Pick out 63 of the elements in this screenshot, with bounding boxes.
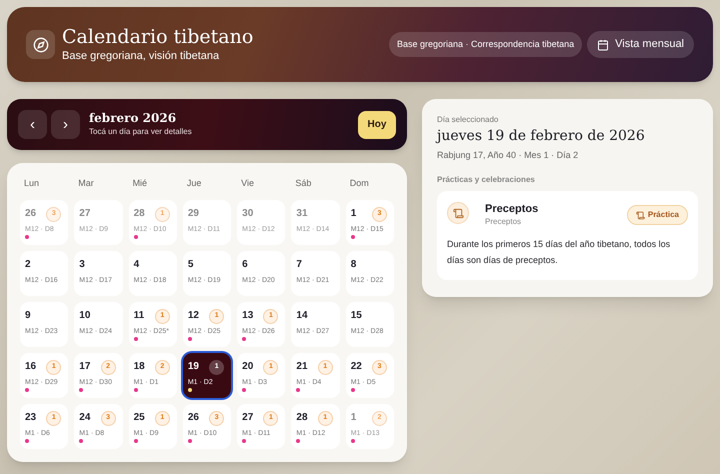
app-subtitle: Base gregoriana, visión tibetana [62, 49, 220, 64]
day-number: 18 [134, 360, 145, 372]
day-number: 3 [79, 258, 85, 270]
day-number: 29 [188, 208, 199, 220]
previous-month-button[interactable]: ‹ [18, 110, 47, 139]
day-number: 19 [188, 360, 199, 372]
weekday-label: Mié [132, 177, 148, 190]
weekday-label: Dom [348, 177, 369, 190]
day-number: 1 [350, 208, 356, 220]
weekday-label: Sáb [294, 177, 312, 190]
day-number: 14 [296, 310, 308, 322]
day-number: 2 [25, 258, 31, 270]
day-number: 5 [188, 258, 194, 270]
event-description: Durante los primeros 15 días del año tibetano, todos los días son días de preceptos. [447, 238, 672, 267]
day-number: 21 [296, 360, 308, 372]
day-number: 6 [242, 258, 248, 270]
weekday-label: Jue [186, 177, 202, 190]
day-number: 16 [25, 360, 36, 372]
day-number: 11 [134, 310, 144, 322]
day-number: 15 [350, 310, 362, 322]
scroll-icon [452, 208, 464, 218]
day-number: 20 [242, 360, 254, 372]
day-number: 27 [242, 412, 254, 424]
day-number: 23 [25, 412, 36, 424]
calendar-icon [597, 38, 610, 50]
day-number: 12 [188, 310, 199, 322]
day-number: 4 [134, 258, 140, 270]
day-number: 30 [242, 208, 254, 220]
day-number: 22 [350, 360, 362, 372]
day-number: 24 [79, 412, 90, 424]
day-number: 27 [79, 208, 90, 220]
day-number: 28 [296, 412, 308, 424]
day-number: 10 [79, 310, 90, 322]
weekday-label: Vie [240, 177, 254, 190]
day-number: 9 [25, 310, 31, 322]
tibetan-date: Rabjung 17, Año 40 · Mes 1 · Día 2 [437, 149, 580, 161]
day-number: 8 [350, 258, 356, 270]
compass-icon [32, 36, 48, 52]
day-number: 17 [79, 360, 90, 372]
scroll-icon [636, 210, 645, 220]
day-number: 25 [134, 412, 145, 424]
day-number: 31 [296, 208, 308, 220]
section-label: Prácticas y celebraciones [437, 174, 536, 185]
weekday-label: Mar [77, 177, 94, 190]
day-number: 26 [25, 208, 36, 220]
basis-chip: Base gregoriana · Correspondencia tibetana [388, 32, 582, 58]
day-number: 13 [242, 310, 254, 322]
day-number: 28 [134, 208, 145, 220]
monthly-view-button[interactable]: Vista mensual [587, 31, 694, 58]
event-title: Preceptos [485, 202, 538, 216]
today-button[interactable]: Hoy [358, 110, 396, 138]
weekday-label: Lun [23, 177, 40, 190]
selected-date: jueves 19 de febrero de 2026 [437, 127, 646, 145]
practice-tag: Práctica [626, 205, 688, 225]
next-month-button[interactable]: › [51, 110, 80, 139]
event-subtitle: Preceptos [485, 216, 522, 227]
day-number: 1 [350, 412, 356, 424]
month-hint: Tocá un día para ver detalles [89, 126, 192, 138]
day-number: 26 [188, 412, 199, 424]
app-title: Calendario tibetano [62, 25, 254, 49]
day-number: 7 [296, 258, 302, 270]
detail-label: Día seleccionado [437, 114, 500, 125]
month-title: febrero 2026 [89, 111, 178, 126]
